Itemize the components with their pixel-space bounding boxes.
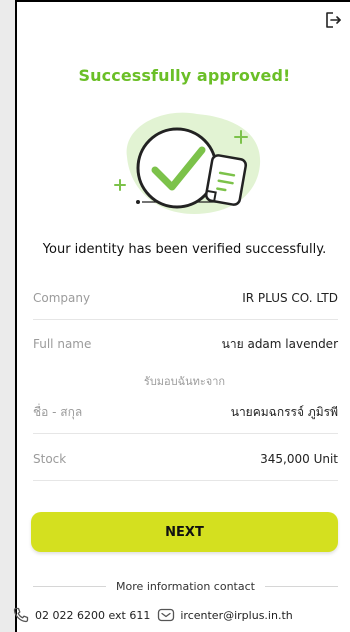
company-row: Company IR PLUS CO. LTD bbox=[33, 277, 338, 320]
full-name-label: Full name bbox=[33, 337, 92, 351]
divider bbox=[33, 586, 107, 587]
stock-label: Stock bbox=[33, 452, 67, 466]
stock-value: 345,000 Unit bbox=[260, 452, 338, 466]
success-title: Successfully approved! bbox=[78, 66, 291, 85]
proxy-name-value: นายคมฉกรรจ์ ภูมิรพี bbox=[230, 404, 338, 419]
verification-message: Your identity has been verified successf… bbox=[42, 242, 327, 257]
verified-illustration-icon bbox=[102, 102, 272, 222]
contact-info: 02 022 6200 ext 611 ircenter@irplus.in.t… bbox=[12, 606, 342, 624]
full-name-value: นาย adam lavender bbox=[221, 336, 338, 351]
company-label: Company bbox=[33, 291, 91, 305]
company-value: IR PLUS CO. LTD bbox=[242, 291, 338, 305]
email-link[interactable]: ircenter@irplus.in.th bbox=[180, 609, 292, 622]
proxy-name-label: ชื่อ - สกุล bbox=[33, 404, 83, 419]
phone-icon bbox=[12, 606, 30, 624]
mail-icon bbox=[157, 606, 175, 624]
stock-row: Stock 345,000 Unit bbox=[33, 438, 338, 481]
divider bbox=[264, 586, 339, 587]
contact-heading: More information contact bbox=[33, 580, 339, 593]
logout-icon[interactable] bbox=[324, 11, 342, 29]
phone-link[interactable]: 02 022 6200 ext 611 bbox=[35, 609, 150, 622]
approval-panel: Successfully approved! Your identity has… bbox=[15, 0, 350, 632]
contact-heading-text: More information contact bbox=[116, 580, 255, 593]
full-name-row: Full name นาย adam lavender bbox=[33, 323, 338, 365]
proxy-name-row: ชื่อ - สกุล นายคมฉกรรจ์ ภูมิรพี bbox=[33, 391, 338, 434]
next-button[interactable]: NEXT bbox=[31, 512, 338, 552]
proxy-from-heading: รับมอบฉันทะจาก bbox=[143, 375, 226, 388]
